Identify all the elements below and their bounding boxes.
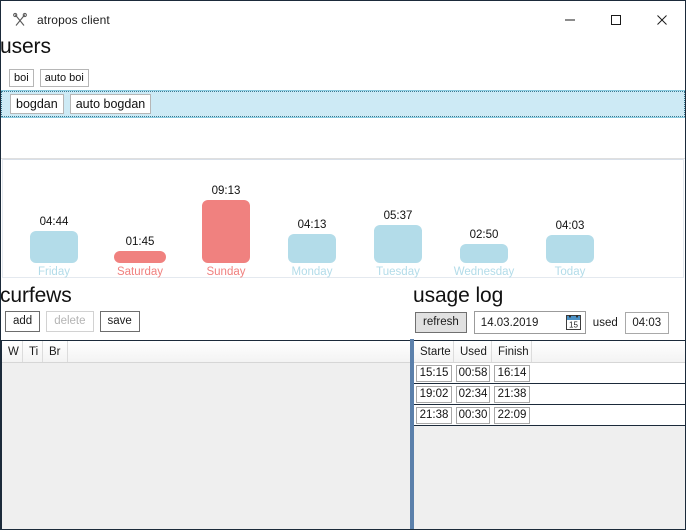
user-row-bogdan[interactable]: bogdan auto bogdan [1, 90, 685, 118]
close-icon[interactable] [639, 1, 685, 39]
chart-bar[interactable] [114, 251, 166, 263]
user-row-boi[interactable]: boi auto boi [1, 65, 685, 91]
chart-bar-value: 01:45 [125, 236, 155, 248]
user-auto-name[interactable]: auto bogdan [69, 94, 152, 114]
table-row[interactable]: 19:02 02:34 21:38 [414, 384, 685, 405]
curfews-table-header: W Ti Br [2, 341, 410, 363]
user-name[interactable]: boi [9, 69, 34, 87]
used-label: used [592, 316, 618, 329]
table-row[interactable]: 15:15 00:58 16:14 [414, 363, 685, 384]
minimize-icon[interactable] [547, 1, 593, 39]
usage-log-table[interactable]: Starte Used Finish 15:15 00:58 16:14 19:02 02:… [413, 340, 685, 529]
chart-bar[interactable] [460, 244, 508, 263]
chart-bar-label: Friday [38, 266, 70, 278]
delete-button: delete [46, 311, 94, 332]
user-auto-name[interactable]: auto boi [39, 69, 89, 87]
calendar-day-text: 15 [569, 321, 578, 330]
curfews-table[interactable]: W Ti Br [1, 340, 411, 529]
table-cell[interactable]: 22:09 [492, 405, 532, 425]
chart-bar-label: Tuesday [376, 266, 420, 278]
chart-plot-area: 04:44 Friday 01:45 Saturday 09:13 Sunday 04:13… [3, 160, 683, 278]
refresh-button[interactable]: refresh [415, 312, 467, 333]
chart-bar[interactable] [374, 225, 422, 263]
user-name[interactable]: bogdan [10, 94, 64, 114]
table-cell-value: 21:38 [494, 385, 530, 403]
table-cell-value: 21:38 [416, 406, 452, 424]
weekly-usage-chart: 04:44 Friday 01:45 Saturday 09:13 Sunday 04:13… [2, 159, 684, 278]
scissors-icon [12, 12, 28, 28]
table-cell-value: 15:15 [416, 364, 452, 382]
table-cell-filler [532, 363, 685, 383]
users-heading: users [0, 35, 51, 58]
chart-bar-value: 05:37 [383, 210, 413, 222]
used-total-value: 04:03 [624, 311, 669, 334]
table-cell-filler [532, 384, 685, 404]
curfews-column-header[interactable]: Br [43, 341, 68, 362]
table-cell[interactable]: 16:14 [492, 363, 532, 383]
table-cell-value: 00:58 [456, 364, 490, 382]
table-cell-value: 22:09 [494, 406, 530, 424]
table-cell[interactable]: 02:34 [454, 384, 492, 404]
date-value: 14.03.2019 [480, 316, 539, 329]
maximize-icon[interactable] [593, 1, 639, 39]
curfews-column-header[interactable]: Ti [23, 341, 43, 362]
save-button[interactable]: save [99, 311, 140, 332]
curfews-toolbar: add delete save [5, 311, 140, 332]
table-cell-value: 00:30 [456, 406, 490, 424]
usage-log-heading: usage log [413, 284, 504, 307]
chart-bar-value: 04:44 [39, 216, 69, 228]
calendar-icon[interactable]: 15 [565, 315, 581, 330]
chart-bar[interactable] [202, 200, 250, 263]
chart-bar-label: Today [554, 266, 586, 278]
curfews-column-header[interactable]: W [2, 341, 23, 362]
chart-bar[interactable] [288, 234, 336, 263]
chart-bar-value: 04:13 [297, 219, 327, 231]
table-cell-value: 19:02 [416, 385, 452, 403]
table-row[interactable]: 21:38 00:30 22:09 [414, 405, 685, 426]
chart-bar-label: Saturday [116, 266, 164, 278]
usage-log-column-header-filler [532, 341, 685, 362]
table-cell[interactable]: 15:15 [414, 363, 454, 383]
table-cell-filler [532, 405, 685, 425]
table-cell-value: 02:34 [456, 385, 490, 403]
chart-bar[interactable] [30, 231, 78, 263]
chart-bar-value: 04:03 [555, 220, 585, 232]
curfews-heading: curfews [0, 284, 72, 307]
application-window: atropos client users curfews usage log b… [0, 0, 686, 530]
chart-bar-label: Wednesday [453, 266, 515, 278]
chart-bar[interactable] [546, 235, 594, 263]
chart-bar-value: 09:13 [211, 185, 241, 197]
window-controls [547, 1, 685, 39]
users-list[interactable]: boi auto boi bogdan auto bogdan [1, 63, 685, 159]
chart-bar-label: Monday [291, 266, 333, 278]
usage-log-toolbar: refresh 14.03.2019 15 used 04:03 [415, 311, 669, 334]
window-title: atropos client [37, 13, 110, 27]
add-button[interactable]: add [5, 311, 41, 332]
usage-log-column-header[interactable]: Finish [492, 341, 532, 362]
title-bar: atropos client [1, 1, 685, 39]
usage-log-table-body[interactable]: 15:15 00:58 16:14 19:02 02:34 21:38 21:38 00:30… [414, 363, 685, 426]
table-cell-value: 16:14 [494, 364, 530, 382]
date-input[interactable]: 14.03.2019 15 [473, 311, 586, 334]
chart-bar-value: 02:50 [469, 229, 499, 241]
table-cell[interactable]: 21:38 [492, 384, 532, 404]
table-cell[interactable]: 00:30 [454, 405, 492, 425]
table-cell[interactable]: 00:58 [454, 363, 492, 383]
chart-bar-label: Sunday [206, 266, 246, 278]
table-cell[interactable]: 21:38 [414, 405, 454, 425]
usage-log-column-header[interactable]: Used [454, 341, 492, 362]
panel-splitter[interactable] [410, 339, 414, 529]
usage-log-table-header: Starte Used Finish [414, 341, 685, 363]
curfews-column-header-filler [68, 341, 410, 362]
table-cell[interactable]: 19:02 [414, 384, 454, 404]
usage-log-column-header[interactable]: Starte [414, 341, 454, 362]
